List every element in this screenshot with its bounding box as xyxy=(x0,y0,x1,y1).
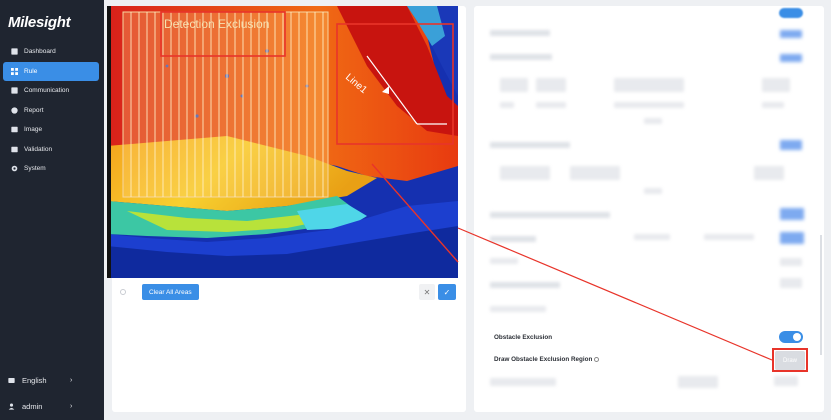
sidebar: Milesight Dashboard Rule Communication R… xyxy=(0,0,104,420)
language-label: English xyxy=(22,375,47,385)
sidebar-item-validation[interactable]: Validation xyxy=(3,140,99,160)
sidebar-item-label: Communication xyxy=(24,87,70,95)
top-toggle[interactable] xyxy=(779,8,803,18)
rule-icon xyxy=(11,67,18,75)
cancel-button[interactable]: ✕ xyxy=(419,284,435,300)
sidebar-item-label: Rule xyxy=(24,67,38,75)
draw-region-label-row: Draw Obstacle Exclusion Region xyxy=(494,356,600,363)
sidebar-nav: Dashboard Rule Communication Report Imag… xyxy=(0,42,104,179)
language-selector[interactable]: English › xyxy=(0,371,104,389)
draw-region-label: Draw Obstacle Exclusion Region xyxy=(494,356,593,363)
dashboard-icon xyxy=(11,48,18,55)
sidebar-item-label: Validation xyxy=(24,145,53,153)
language-icon xyxy=(8,377,15,384)
chevron-right-icon: › xyxy=(70,402,73,410)
chevron-right-icon: › xyxy=(70,376,73,384)
sidebar-item-image[interactable]: Image xyxy=(3,120,99,140)
draw-button-highlight xyxy=(772,348,808,372)
toggle-knob xyxy=(793,333,801,341)
draw-toolbar: Clear All Areas xyxy=(120,284,199,300)
obstacle-exclusion-label: Obstacle Exclusion xyxy=(494,334,553,341)
clear-all-areas-button[interactable]: Clear All Areas xyxy=(142,284,199,300)
camera-heatmap-view[interactable]: Detection Exclusion Line1 xyxy=(107,6,458,278)
info-icon xyxy=(594,356,600,362)
communication-icon xyxy=(11,87,18,94)
gear-icon xyxy=(11,165,18,172)
report-icon xyxy=(11,107,18,114)
hint-icon xyxy=(120,289,126,295)
sidebar-item-label: Dashboard xyxy=(24,48,56,56)
user-icon xyxy=(8,403,15,410)
sidebar-item-system[interactable]: System xyxy=(3,159,99,179)
sidebar-item-label: Image xyxy=(24,126,43,134)
scrollbar[interactable] xyxy=(820,235,822,355)
user-menu[interactable]: admin › xyxy=(0,397,104,415)
obstacle-exclusion-toggle[interactable] xyxy=(779,331,803,343)
sidebar-item-label: System xyxy=(24,165,46,173)
sidebar-item-label: Report xyxy=(24,106,44,114)
sidebar-item-rule[interactable]: Rule xyxy=(3,61,99,81)
confirm-button[interactable]: ✓ xyxy=(438,284,456,300)
image-icon xyxy=(11,126,18,133)
validation-icon xyxy=(11,146,18,153)
heatmap-image: Detection Exclusion Line1 xyxy=(107,6,458,278)
sidebar-item-dashboard[interactable]: Dashboard xyxy=(3,42,99,62)
user-label: admin xyxy=(22,401,43,411)
sidebar-item-communication[interactable]: Communication xyxy=(3,81,99,101)
exclusion-label: Detection Exclusion xyxy=(164,17,269,31)
stream-border xyxy=(107,6,111,278)
brand-logo: Milesight xyxy=(8,14,71,31)
sidebar-item-report[interactable]: Report xyxy=(3,101,99,121)
